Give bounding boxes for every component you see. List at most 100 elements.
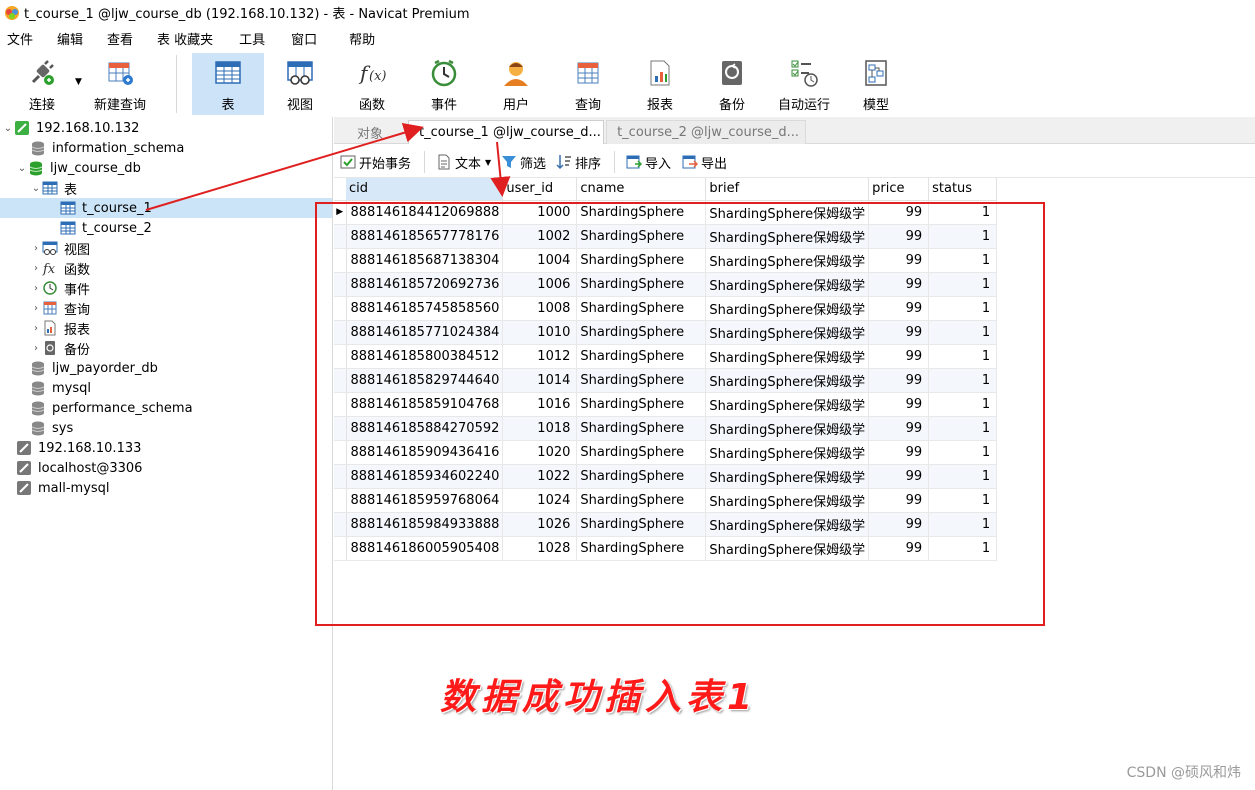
column-header-price[interactable]: price	[868, 178, 930, 201]
function-button[interactable]: f (x) 函数	[340, 53, 404, 115]
cell-status[interactable]: 1	[928, 392, 998, 417]
filter-button[interactable]: 筛选	[501, 152, 546, 172]
cell-cid[interactable]: 888146185934602240	[346, 464, 504, 489]
cell-status[interactable]: 1	[928, 224, 998, 249]
new-query-button[interactable]: 新建查询	[88, 53, 152, 115]
table-row[interactable]: 888146185771024384 1010 ShardingSphere Shar…	[334, 320, 998, 345]
table-row[interactable]: 888146185720692736 1006 ShardingSphere Shar…	[334, 272, 998, 297]
cell-status[interactable]: 1	[928, 200, 998, 225]
row-marker[interactable]	[334, 416, 347, 441]
row-marker[interactable]	[334, 224, 347, 249]
view-button[interactable]: 视图	[268, 53, 332, 115]
table-row[interactable]: ▶ 888146184412069888 1000 ShardingSphere Sha…	[334, 200, 998, 225]
cell-cname[interactable]: ShardingSphere	[576, 440, 707, 465]
cell-brief[interactable]: ShardingSphere保姆级学	[705, 512, 870, 537]
cell-cname[interactable]: ShardingSphere	[576, 392, 707, 417]
row-marker[interactable]	[334, 344, 347, 369]
cell-price[interactable]: 99	[868, 272, 930, 297]
chevron-right-icon[interactable]: ›	[30, 343, 42, 354]
column-header-brief[interactable]: brief	[705, 178, 870, 201]
cell-status[interactable]: 1	[928, 272, 998, 297]
chevron-right-icon[interactable]: ›	[30, 283, 42, 294]
cell-brief[interactable]: ShardingSphere保姆级学	[705, 200, 870, 225]
cell-price[interactable]: 99	[868, 440, 930, 465]
table-row[interactable]: 888146185909436416 1020 ShardingSphere Shar…	[334, 440, 998, 465]
cell-status[interactable]: 1	[928, 320, 998, 345]
chevron-down-icon[interactable]: ▼	[485, 158, 491, 167]
cell-user-id[interactable]: 1010	[502, 320, 578, 345]
cell-user-id[interactable]: 1024	[502, 488, 578, 513]
cell-cid[interactable]: 888146185884270592	[346, 416, 504, 441]
cell-cid[interactable]: 888146185745858560	[346, 296, 504, 321]
cell-cid[interactable]: 888146185657778176	[346, 224, 504, 249]
export-button[interactable]: 导出	[682, 152, 727, 172]
cell-cname[interactable]: ShardingSphere	[576, 320, 707, 345]
chevron-right-icon[interactable]: ›	[30, 263, 42, 274]
cell-cid[interactable]: 888146186005905408	[346, 536, 504, 561]
row-marker[interactable]	[334, 440, 347, 465]
tree-db-performance-schema[interactable]: performance_schema	[0, 398, 332, 418]
cell-cname[interactable]: ShardingSphere	[576, 368, 707, 393]
tree-folder-backups[interactable]: › 备份	[0, 338, 332, 358]
cell-price[interactable]: 99	[868, 296, 930, 321]
cell-user-id[interactable]: 1014	[502, 368, 578, 393]
table-row[interactable]: 888146185829744640 1014 ShardingSphere Shar…	[334, 368, 998, 393]
cell-cname[interactable]: ShardingSphere	[576, 512, 707, 537]
row-marker[interactable]	[334, 536, 347, 561]
cell-cid[interactable]: 888146185959768064	[346, 488, 504, 513]
cell-brief[interactable]: ShardingSphere保姆级学	[705, 464, 870, 489]
cell-user-id[interactable]: 1022	[502, 464, 578, 489]
cell-price[interactable]: 99	[868, 464, 930, 489]
cell-user-id[interactable]: 1000	[502, 200, 578, 225]
text-button[interactable]: 文本 ▼	[436, 152, 491, 172]
cell-price[interactable]: 99	[868, 488, 930, 513]
cell-price[interactable]: 99	[868, 512, 930, 537]
cell-status[interactable]: 1	[928, 536, 998, 561]
tree-folder-events[interactable]: › 事件	[0, 278, 332, 298]
menu-window[interactable]: 窗口	[284, 29, 324, 48]
cell-cid[interactable]: 888146184412069888	[346, 200, 504, 225]
tree-db-ljw-course[interactable]: ⌄ ljw_course_db	[0, 158, 332, 178]
chevron-down-icon[interactable]: ⌄	[30, 183, 42, 194]
row-marker[interactable]	[334, 464, 347, 489]
tree-folder-tables[interactable]: ⌄ 表	[0, 178, 332, 198]
row-marker[interactable]: ▶	[334, 200, 347, 225]
menu-help[interactable]: 帮助	[342, 29, 382, 48]
cell-user-id[interactable]: 1028	[502, 536, 578, 561]
cell-brief[interactable]: ShardingSphere保姆级学	[705, 392, 870, 417]
column-header-cid[interactable]: cid	[346, 178, 504, 201]
report-button[interactable]: 报表	[628, 53, 692, 115]
cell-cname[interactable]: ShardingSphere	[576, 488, 707, 513]
begin-transaction-button[interactable]: 开始事务	[340, 152, 411, 172]
chevron-right-icon[interactable]: ›	[30, 303, 42, 314]
cell-brief[interactable]: ShardingSphere保姆级学	[705, 248, 870, 273]
event-button[interactable]: 事件	[412, 53, 476, 115]
row-marker[interactable]	[334, 296, 347, 321]
cell-cname[interactable]: ShardingSphere	[576, 536, 707, 561]
cell-brief[interactable]: ShardingSphere保姆级学	[705, 368, 870, 393]
tree-connection-mall-mysql[interactable]: mall-mysql	[0, 478, 332, 498]
tab-objects[interactable]: 对象	[334, 120, 406, 144]
menu-edit[interactable]: 编辑	[50, 29, 90, 48]
cell-brief[interactable]: ShardingSphere保姆级学	[705, 344, 870, 369]
cell-cname[interactable]: ShardingSphere	[576, 416, 707, 441]
cell-user-id[interactable]: 1026	[502, 512, 578, 537]
table-row[interactable]: 888146186005905408 1028 ShardingSphere Shar…	[334, 536, 998, 561]
cell-cid[interactable]: 888146185909436416	[346, 440, 504, 465]
row-marker[interactable]	[334, 392, 347, 417]
tree-db-sys[interactable]: sys	[0, 418, 332, 438]
cell-user-id[interactable]: 1016	[502, 392, 578, 417]
row-marker[interactable]	[334, 272, 347, 297]
table-row[interactable]: 888146185687138304 1004 ShardingSphere Shar…	[334, 248, 998, 273]
cell-brief[interactable]: ShardingSphere保姆级学	[705, 440, 870, 465]
cell-cid[interactable]: 888146185687138304	[346, 248, 504, 273]
tree-table-t-course-2[interactable]: t_course_2	[0, 218, 332, 238]
cell-cname[interactable]: ShardingSphere	[576, 464, 707, 489]
sort-button[interactable]: 排序	[556, 152, 601, 172]
chevron-down-icon[interactable]: ▼	[75, 77, 82, 87]
cell-brief[interactable]: ShardingSphere保姆级学	[705, 488, 870, 513]
cell-brief[interactable]: ShardingSphere保姆级学	[705, 416, 870, 441]
table-row[interactable]: 888146185657778176 1002 ShardingSphere Shar…	[334, 224, 998, 249]
cell-status[interactable]: 1	[928, 416, 998, 441]
cell-status[interactable]: 1	[928, 488, 998, 513]
